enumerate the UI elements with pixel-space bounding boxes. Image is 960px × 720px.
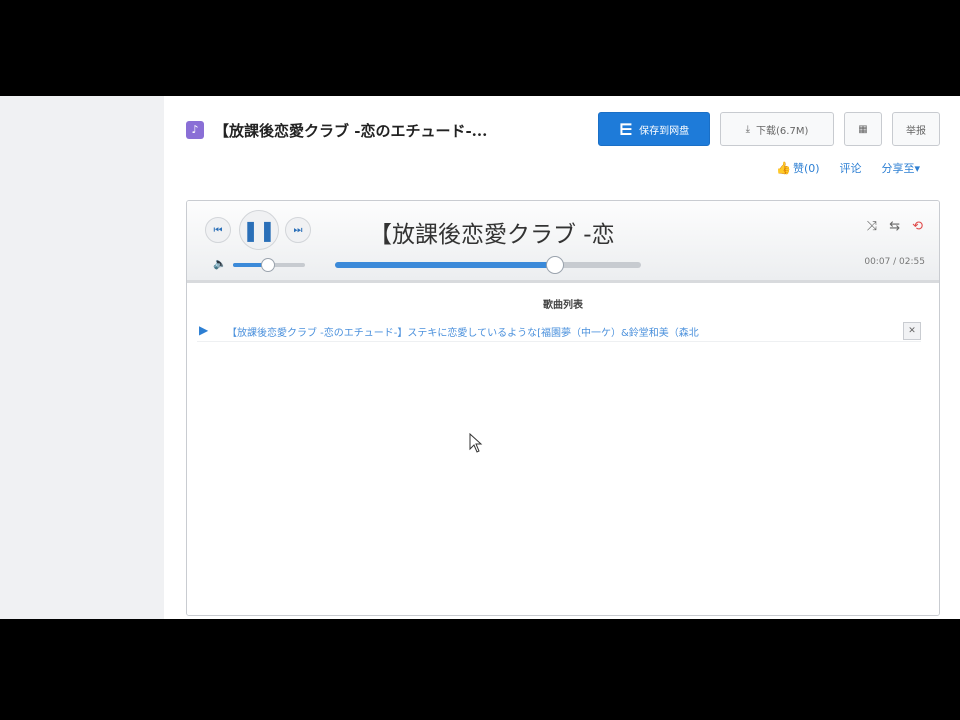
volume-handle[interactable]	[260, 258, 275, 272]
bottom-letterbox	[0, 619, 960, 720]
report-label: 举报	[906, 125, 926, 137]
like-button[interactable]: 👍 赞(0)	[776, 160, 820, 176]
comment-link[interactable]: 评论	[840, 160, 862, 176]
volume-slider[interactable]	[233, 258, 305, 272]
share-dropdown[interactable]: 分享至▾	[882, 160, 921, 176]
download-label: 下载(6.7M)	[756, 125, 809, 137]
left-sidebar	[0, 96, 164, 619]
save-to-cloud-button[interactable]: ⋿ 保存到网盘	[598, 112, 710, 146]
file-preview-panel: ♪ 【放課後恋愛クラブ -恋のエチュード-... ⋿ 保存到网盘 ⤓ 下载(6.…	[164, 96, 960, 619]
thumbs-up-icon: 👍	[776, 161, 791, 175]
music-file-icon: ♪	[186, 121, 204, 139]
previous-track-button[interactable]: ⏮	[205, 217, 231, 243]
download-icon: ⤓	[745, 123, 751, 135]
save-to-cloud-label: 保存到网盘	[639, 125, 690, 137]
previous-icon: ⏮	[213, 224, 223, 236]
next-icon: ⏭	[293, 224, 303, 236]
playback-time: 00:07 / 02:55	[864, 257, 925, 267]
chevron-down-icon: ▾	[914, 162, 921, 175]
repeat-icon[interactable]: ⟲	[912, 219, 923, 234]
player-controls: ⏮ ❚❚ ⏭ 【放課後恋愛クラブ -恋 ⤨ ⇆ ⟲ 🔈 00:07 / 02:5…	[187, 201, 939, 283]
mouse-cursor-icon	[469, 433, 483, 453]
audio-player: ⏮ ❚❚ ⏭ 【放課後恋愛クラブ -恋 ⤨ ⇆ ⟲ 🔈 00:07 / 02:5…	[186, 200, 940, 616]
progress-handle[interactable]	[546, 256, 565, 274]
pause-button[interactable]: ❚❚	[239, 210, 279, 250]
file-title: 【放課後恋愛クラブ -恋のエチュード-...	[214, 122, 488, 140]
pause-icon: ❚❚	[242, 218, 276, 242]
playlist-item[interactable]: ▶ 【放課後恋愛クラブ -恋のエチュード-】ステキに恋愛しているような[福園夢（…	[197, 320, 921, 342]
track-name[interactable]: 【放課後恋愛クラブ -恋のエチュード-】ステキに恋愛しているような[福園夢（中一…	[227, 324, 699, 339]
volume-icon[interactable]: 🔈	[213, 257, 227, 270]
close-icon: ✕	[908, 326, 916, 336]
browser-viewport: ♪ 【放課後恋愛クラブ -恋のエチュード-... ⋿ 保存到网盘 ⤓ 下载(6.…	[0, 96, 960, 619]
playlist-loop-icon[interactable]: ⇆	[889, 219, 900, 234]
remove-track-button[interactable]: ✕	[903, 322, 921, 340]
playing-indicator-icon: ▶	[199, 323, 209, 337]
share-label: 分享至	[881, 162, 915, 175]
qr-code-button[interactable]: ▦	[844, 112, 882, 146]
now-playing-title: 【放課後恋愛クラブ -恋	[369, 222, 615, 248]
progress-fill	[335, 262, 556, 268]
playlist-panel: 歌曲列表 ▶ 【放課後恋愛クラブ -恋のエチュード-】ステキに恋愛しているような…	[187, 286, 939, 615]
top-letterbox	[0, 0, 960, 96]
shuffle-icon[interactable]: ⤨	[867, 219, 877, 234]
next-track-button[interactable]: ⏭	[285, 217, 311, 243]
playback-mode-controls: ⤨ ⇆ ⟲	[867, 219, 923, 234]
like-label: 赞(0)	[792, 162, 820, 175]
report-button[interactable]: 举报	[892, 112, 940, 146]
cloud-save-icon: ⋿	[618, 119, 634, 139]
download-button[interactable]: ⤓ 下载(6.7M)	[720, 112, 834, 146]
progress-bar[interactable]	[335, 256, 641, 274]
social-actions: 👍 赞(0) 评论 分享至▾	[776, 160, 920, 176]
grid-icon: ▦	[858, 123, 868, 135]
playlist-heading: 歌曲列表	[543, 300, 583, 311]
